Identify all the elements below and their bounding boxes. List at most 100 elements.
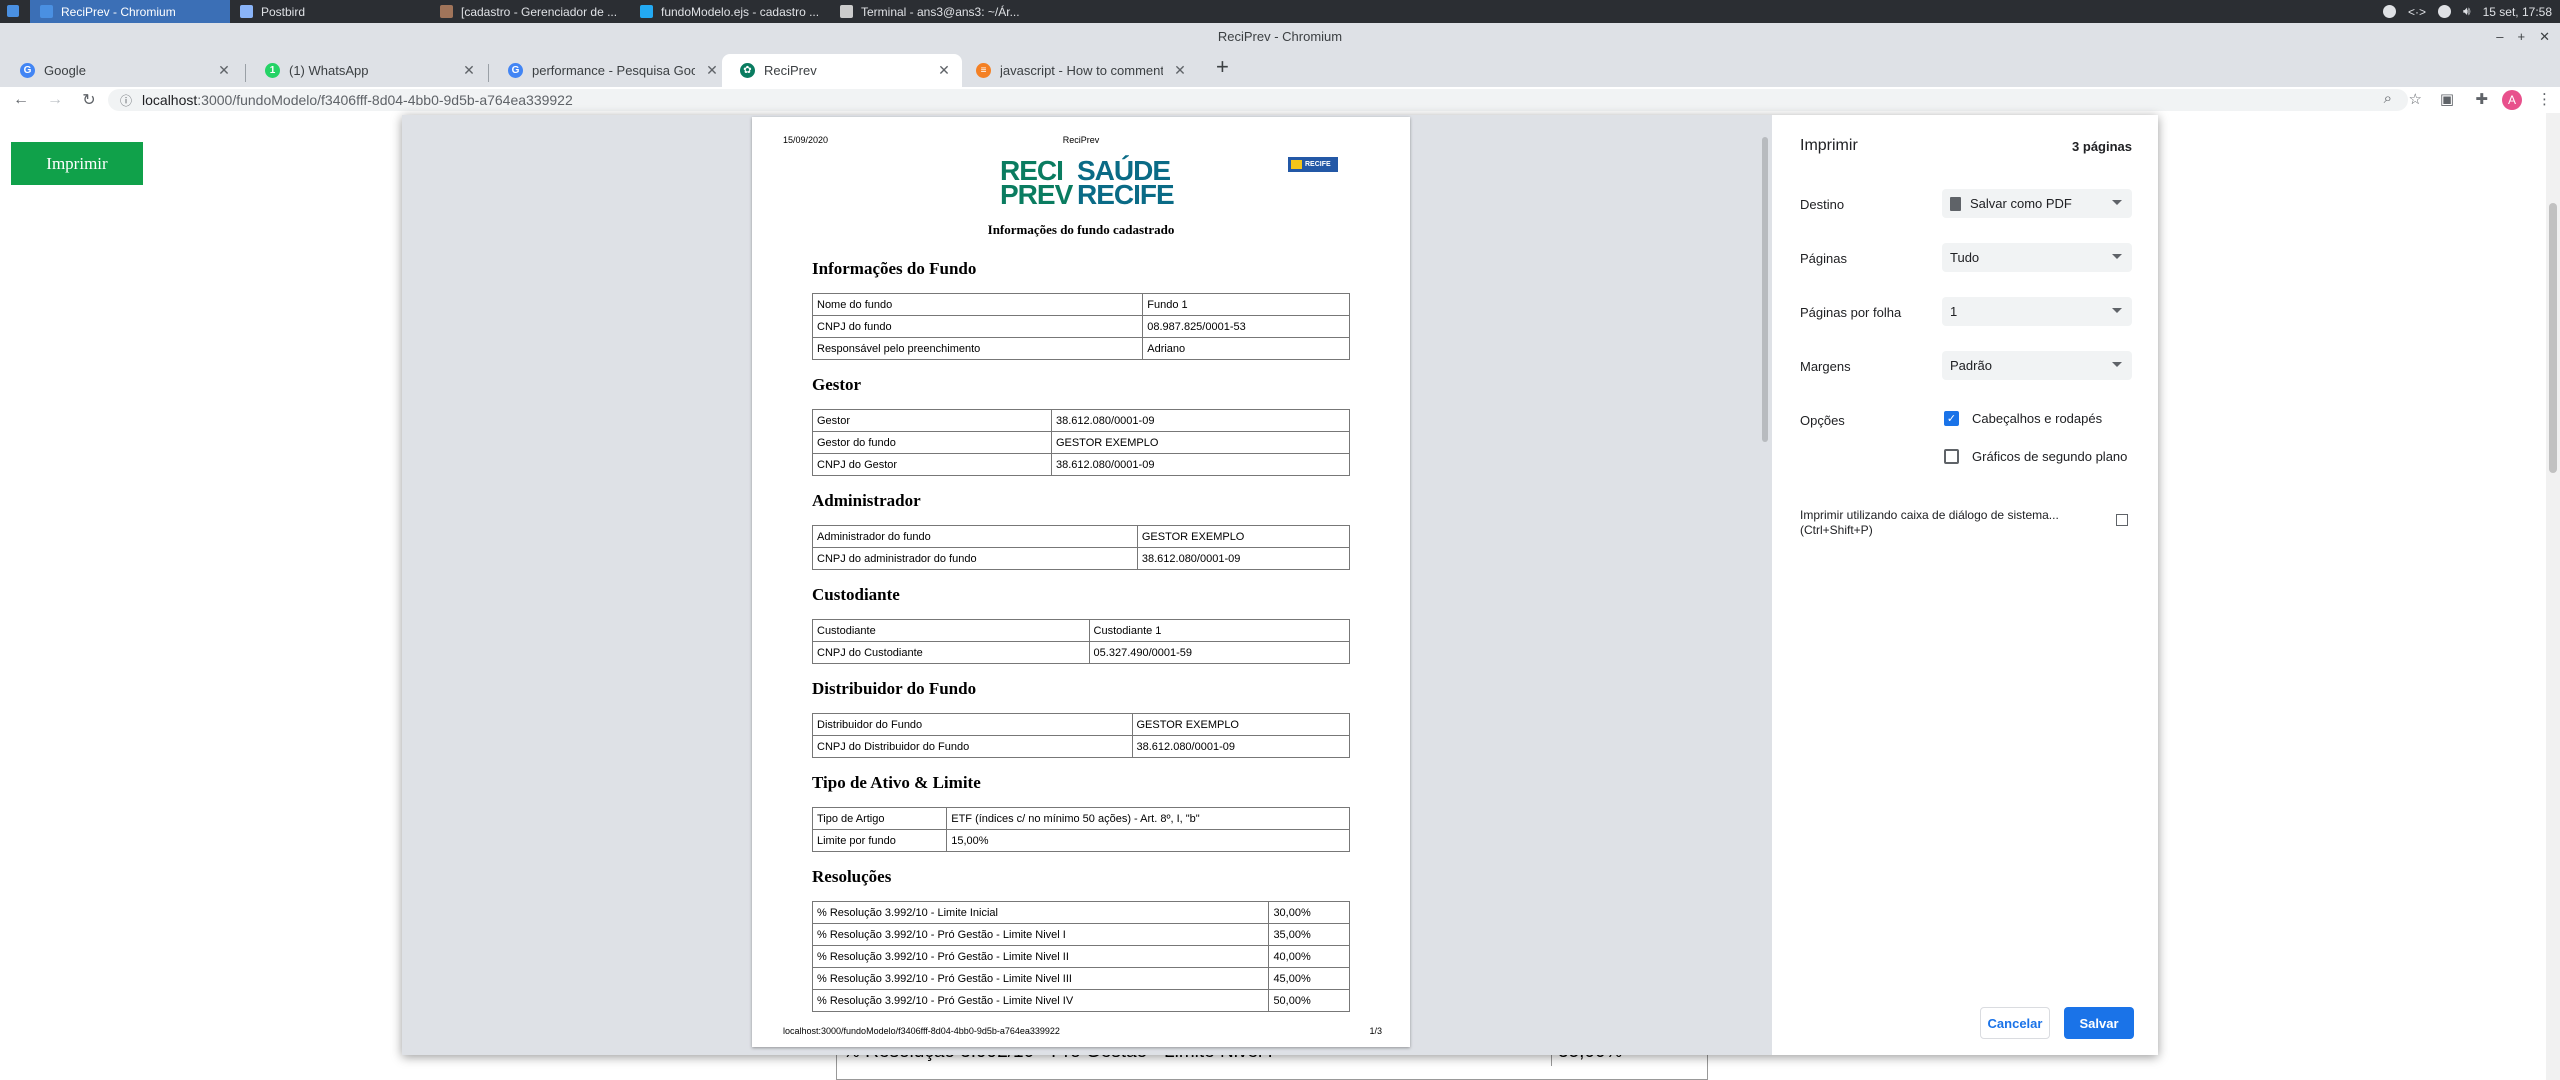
close-tab-icon[interactable]: ✕	[1172, 62, 1188, 79]
volume-icon[interactable]: 🔊︎	[2463, 4, 2471, 19]
close-window-button[interactable]: ✕	[2539, 29, 2550, 45]
taskbar-task[interactable]: [cadastro - Gerenciador de ...	[430, 0, 630, 23]
window-title: ReciPrev - Chromium	[0, 23, 2560, 50]
power-icon[interactable]	[2438, 5, 2452, 18]
headers-footers-option[interactable]: ✓ Cabeçalhos e rodapés	[1944, 411, 2102, 426]
preview-footer-url: localhost:3000/fundoModelo/f3406fff-8d04…	[783, 1026, 1060, 1036]
app-menu-icon[interactable]	[7, 5, 19, 17]
headers-footers-checkbox[interactable]: ✓	[1944, 411, 1959, 426]
pdf-document-icon	[1950, 196, 1961, 211]
new-tab-button[interactable]: +	[1216, 54, 1229, 80]
saude-recife-logo: SAÚDE RECIFE	[1077, 155, 1175, 210]
table-row: % Resolução 3.992/10 - Pró Gestão - Limi…	[811, 967, 1350, 990]
zoom-icon[interactable]: ⌕	[2384, 90, 2392, 107]
table-row: Nome do fundo Fundo 1	[811, 293, 1350, 316]
section-table: Gestor 38.612.080/0001-09 Gestor do fundo G…	[812, 409, 1351, 476]
extensions-icon[interactable]: ✚	[2475, 90, 2488, 108]
section-table: % Resolução 3.992/10 - Limite Inicial 30,…	[811, 901, 1350, 1012]
app-icon	[840, 5, 853, 18]
stackoverflow-icon: ≡	[976, 63, 991, 78]
table-cell-label: % Resolução 3.992/10 - Pró Gestão - Limi…	[811, 945, 1270, 968]
recife-badge-logo: RECIFE	[1288, 157, 1338, 172]
destino-select[interactable]: Salvar como PDF	[1942, 189, 2132, 218]
table-cell-label: % Resolução 3.992/10 - Pró Gestão - Limi…	[811, 923, 1270, 946]
reload-icon[interactable]: ↻	[76, 90, 102, 110]
paginas-por-folha-select[interactable]: 1	[1942, 297, 2132, 326]
cast-icon[interactable]: ▣	[2440, 90, 2454, 108]
table-cell-value: Custodiante 1	[1088, 619, 1351, 642]
url-host: localhost	[142, 92, 198, 108]
paginas-label: Páginas	[1800, 251, 1847, 266]
background-graphics-checkbox[interactable]	[1944, 449, 1959, 464]
table-row: Responsável pelo preenchimento Adriano	[811, 337, 1350, 360]
menu-kebab-icon[interactable]: ⋮	[2537, 90, 2552, 108]
system-tray: <·> 🔊︎ 15 set, 17:58	[2383, 0, 2552, 23]
tab-google[interactable]: G Google ✕	[2, 54, 242, 87]
open-external-icon[interactable]	[2116, 514, 2128, 526]
table-row: CNPJ do Distribuidor do Fundo 38.612.080/…	[812, 735, 1350, 758]
tab-google[interactable]: Gperformance - Pesquisa Google ✕	[490, 54, 730, 87]
taskbar-task[interactable]: fundoModelo.ejs - cadastro ...	[630, 0, 830, 23]
app-icon	[40, 5, 53, 18]
tab-reciprev[interactable]: ✿ ReciPrev ✕	[722, 54, 962, 87]
table-cell-value: 38.612.080/0001-09	[1136, 547, 1351, 570]
back-icon[interactable]: ←	[8, 91, 34, 109]
taskbar-task[interactable]: ReciPrev - Chromium	[30, 0, 230, 23]
preview-page: 15/09/2020 ReciPrev RECI PREV SAÚDE RECIFE…	[752, 117, 1410, 1047]
table-cell-label: Distribuidor do Fundo	[812, 713, 1133, 736]
table-cell-label: % Resolução 3.992/10 - Limite Inicial	[811, 901, 1270, 924]
whatsapp-icon: 1	[265, 63, 280, 78]
table-cell-label: Limite por fundo	[811, 829, 948, 852]
table-row: CNPJ do Gestor 38.612.080/0001-09	[812, 453, 1351, 476]
system-dialog-link[interactable]: Imprimir utilizando caixa de diálogo de …	[1800, 508, 2090, 538]
save-button[interactable]: Salvar	[2064, 1007, 2134, 1039]
notification-icon[interactable]	[2383, 5, 2397, 18]
margens-value: Padrão	[1950, 358, 1992, 373]
profile-avatar[interactable]: A	[2502, 90, 2522, 110]
table-cell-value: 35,00%	[1268, 923, 1350, 946]
table-row: % Resolução 3.992/10 - Limite Inicial 30,…	[811, 901, 1350, 924]
google-icon: G	[508, 63, 523, 78]
clock[interactable]: 15 set, 17:58	[2483, 5, 2552, 19]
bookmark-star-icon[interactable]: ☆	[2409, 90, 2422, 108]
tab-label: (1) WhatsApp	[289, 63, 369, 78]
imprimir-button[interactable]: Imprimir	[11, 142, 143, 185]
table-row: CNPJ do Custodiante 05.327.490/0001-59	[812, 641, 1351, 664]
tab-whatsapp[interactable]: 1 (1) WhatsApp ✕	[247, 54, 487, 87]
table-row: Limite por fundo 15,00%	[811, 829, 1350, 852]
preview-scrollbar[interactable]	[1760, 125, 1770, 1045]
close-tab-icon[interactable]: ✕	[461, 62, 477, 79]
print-preview-pane[interactable]: 15/09/2020 ReciPrev RECI PREV SAÚDE RECIFE…	[402, 115, 1772, 1055]
section-heading: Informações do Fundo	[812, 259, 977, 278]
paginas-por-folha-value: 1	[1950, 304, 1958, 319]
browser-toolbar: ← → ↻ ⓘ localhost:3000/fundoModelo/f3406…	[0, 87, 2560, 113]
tab-stackoverflow[interactable]: ≡ javascript - How to comment e... ✕	[958, 54, 1198, 87]
table-cell-label: Administrador do fundo	[812, 525, 1138, 548]
close-tab-icon[interactable]: ✕	[216, 62, 232, 79]
chevron-down-icon	[2112, 200, 2122, 205]
network-icon[interactable]: <·>	[2408, 5, 2426, 19]
background-graphics-option[interactable]: Gráficos de segundo plano	[1944, 449, 2127, 464]
cancel-button[interactable]: Cancelar	[1980, 1007, 2050, 1039]
preview-scrollbar-thumb[interactable]	[1762, 137, 1768, 442]
margens-label: Margens	[1800, 359, 1851, 374]
minimize-button[interactable]: –	[2496, 29, 2503, 44]
maximize-button[interactable]: +	[2518, 29, 2526, 44]
page-scrollbar-thumb[interactable]	[2549, 203, 2557, 473]
taskbar-task[interactable]: Postbird	[230, 0, 430, 23]
table-cell-value: GESTOR EXEMPLO	[1131, 713, 1350, 736]
table-cell-value: Adriano	[1142, 337, 1350, 360]
close-tab-icon[interactable]: ✕	[704, 62, 720, 79]
forward-icon[interactable]: →	[42, 91, 68, 109]
chevron-down-icon	[2112, 254, 2122, 259]
taskbar-task[interactable]: Terminal - ans3@ans3: ~/Ár...	[830, 0, 1050, 23]
page-scrollbar[interactable]	[2546, 113, 2560, 1080]
close-tab-icon[interactable]: ✕	[936, 62, 952, 79]
section-heading: Resoluções	[812, 867, 892, 886]
opcoes-label: Opções	[1800, 413, 1845, 428]
site-info-icon[interactable]: ⓘ	[120, 92, 132, 109]
margens-select[interactable]: Padrão	[1942, 351, 2132, 380]
preview-footer-page: 1/3	[1369, 1026, 1382, 1036]
paginas-select[interactable]: Tudo	[1942, 243, 2132, 272]
address-bar[interactable]: ⓘ localhost:3000/fundoModelo/f3406fff-8d…	[108, 89, 2408, 111]
